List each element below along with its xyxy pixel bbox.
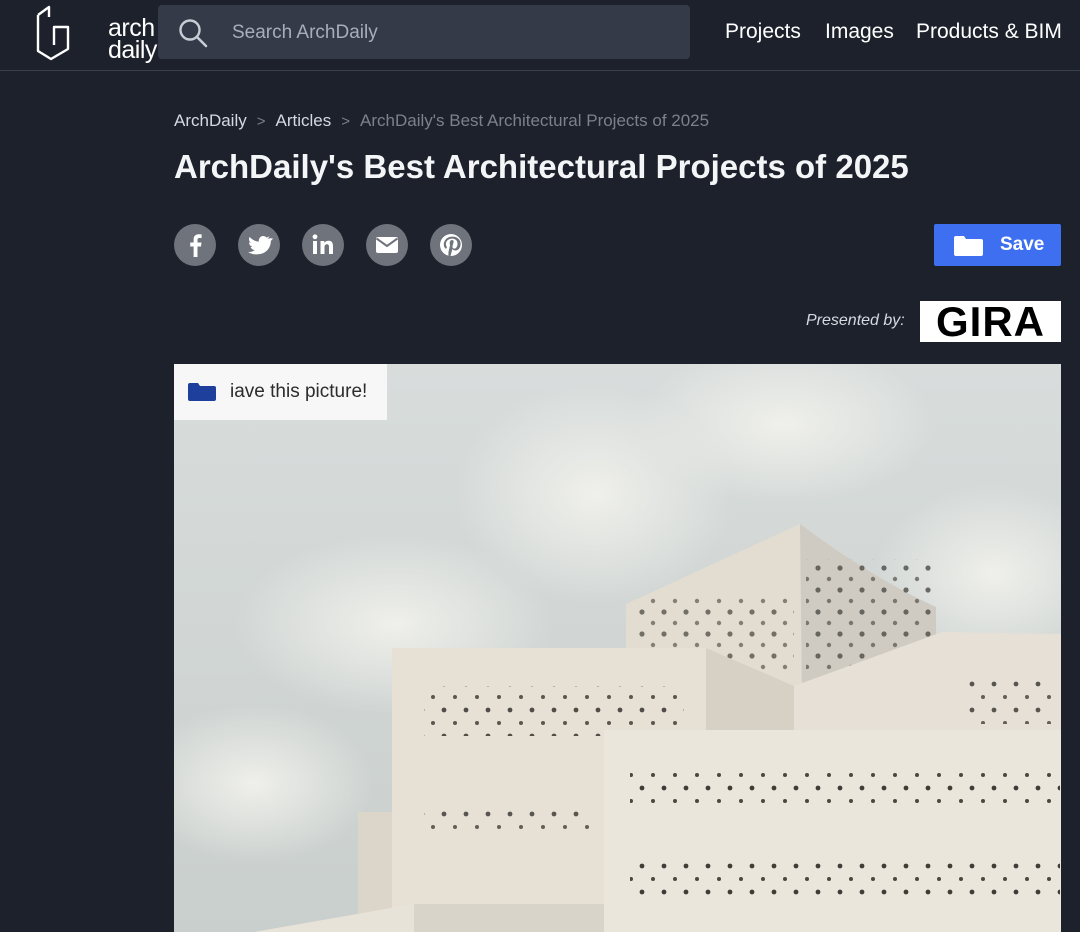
logo-wordmark: arch daily <box>108 16 157 64</box>
search-input[interactable] <box>230 5 674 61</box>
archdaily-logo[interactable]: arch daily <box>34 5 157 63</box>
save-picture-button[interactable]: iave this picture! <box>174 364 387 420</box>
share-linkedin-button[interactable] <box>302 224 344 266</box>
logo-line-2: daily <box>108 36 157 64</box>
breadcrumb-separator: > <box>341 113 351 130</box>
presented-by-label: Presented by: <box>806 312 905 329</box>
nav-images[interactable]: Images <box>825 20 894 44</box>
page-title: ArchDaily's Best Architectural Projects … <box>174 148 909 185</box>
sponsor-logo-text: GIRA <box>936 298 1045 345</box>
breadcrumb-current: ArchDaily's Best Architectural Projects … <box>360 111 710 130</box>
folder-icon <box>188 383 216 401</box>
sponsor-logo[interactable]: GIRA <box>920 298 1061 345</box>
breadcrumb-articles[interactable]: Articles <box>276 111 332 130</box>
breadcrumb-archdaily[interactable]: ArchDaily <box>174 111 247 130</box>
facebook-icon <box>190 234 202 257</box>
archdaily-logo-mark <box>36 5 70 61</box>
breadcrumb-separator: > <box>256 113 266 130</box>
folder-icon <box>954 236 983 256</box>
search-bar <box>158 5 690 61</box>
save-picture-label: iave this picture! <box>230 381 368 402</box>
share-pinterest-button[interactable] <box>430 224 472 266</box>
share-email-button[interactable] <box>366 224 408 266</box>
share-twitter-button[interactable] <box>238 224 280 266</box>
nav-projects[interactable]: Projects <box>725 20 801 44</box>
email-icon <box>375 237 399 253</box>
top-bar: arch daily Projects Images Products & BI… <box>0 0 1080 71</box>
linkedin-icon <box>312 234 333 254</box>
share-facebook-button[interactable] <box>174 224 216 266</box>
breadcrumb: ArchDaily > Articles > ArchDaily's Best Arch… <box>174 111 709 131</box>
pinterest-icon <box>440 234 462 257</box>
article-hero-image[interactable] <box>174 364 1061 932</box>
save-button-label: Save <box>1000 234 1045 255</box>
search-icon[interactable] <box>178 18 208 48</box>
save-button[interactable]: Save <box>934 224 1061 266</box>
twitter-icon <box>248 236 273 255</box>
building-photo <box>174 364 1061 932</box>
nav-products-bim[interactable]: Products & BIM <box>916 20 1062 44</box>
